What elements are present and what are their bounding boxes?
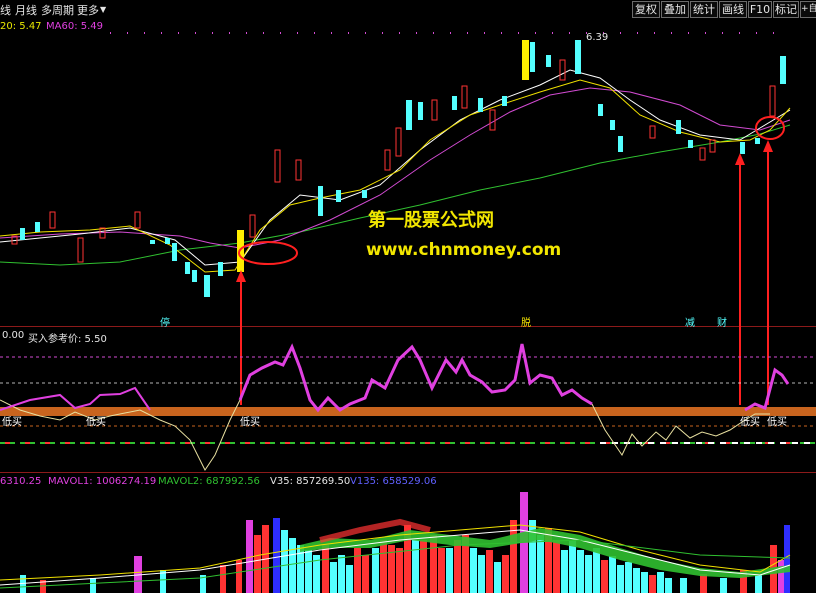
v135-label: V135: 658529.06 <box>350 476 437 487</box>
mavol1-label: MAVOL1: 1006274.19 <box>48 476 157 487</box>
event-tag-reduce[interactable]: 减 <box>684 314 696 329</box>
volume-bars <box>20 492 790 593</box>
indicator-value: 0.00 <box>2 330 25 341</box>
volume-value: 6310.25 <box>0 476 42 487</box>
event-tag-2[interactable]: 脱 <box>520 314 532 329</box>
signal-low-buy-2: 低买 <box>86 417 106 428</box>
buy-reference-price: 买入参考价: 5.50 <box>28 334 107 345</box>
v35-label: V35: 857269.50 <box>270 476 351 487</box>
event-tag-suspend[interactable]: 停 <box>159 314 171 329</box>
mavol2-label: MAVOL2: 687992.56 <box>158 476 260 487</box>
signal-low-buy-1: 低买 <box>2 417 22 428</box>
peak-price-label: 6.39 <box>586 32 609 43</box>
watermark-title: 第一股票公式网 <box>368 210 494 231</box>
buy-zone-band <box>0 407 816 416</box>
ma-white-line <box>0 69 791 266</box>
watermark-url: www.chnmoney.com <box>366 240 562 260</box>
signal-low-buy-5: 低买 <box>767 417 787 428</box>
highlight-ellipse-1 <box>238 241 298 265</box>
event-tag-finance[interactable]: 财 <box>716 314 728 329</box>
signal-low-buy-4: 低买 <box>740 417 760 428</box>
chart-canvas <box>0 32 816 593</box>
yellow-signal-bar-2 <box>522 40 529 80</box>
signal-low-buy-3: 低买 <box>240 417 260 428</box>
